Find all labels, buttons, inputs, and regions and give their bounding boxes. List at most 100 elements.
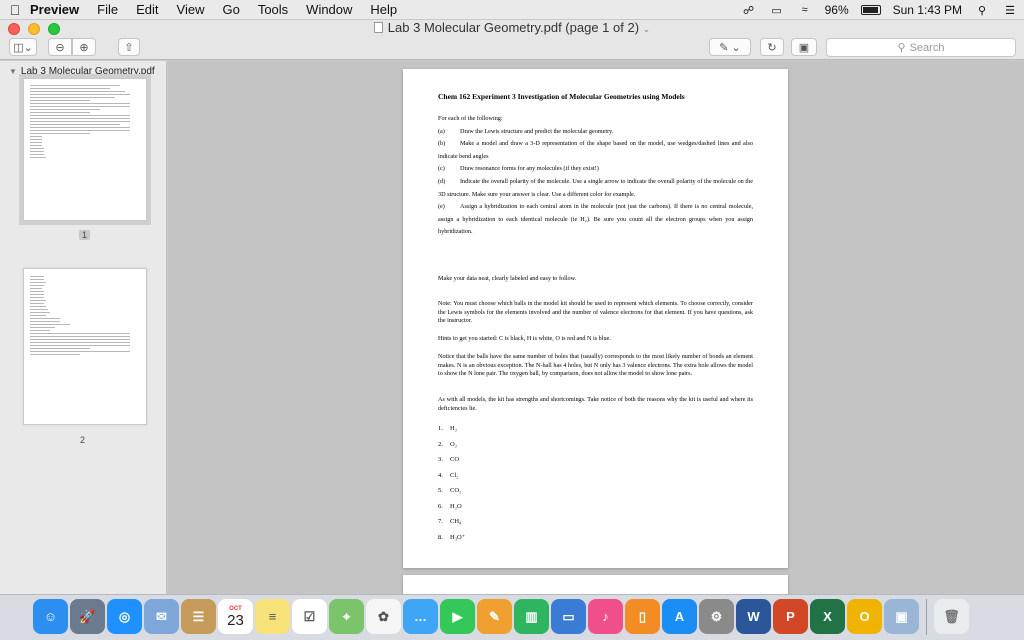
notes-icon[interactable]: ≡ <box>255 599 290 634</box>
wifi-icon[interactable]: ≈ <box>797 4 813 16</box>
pdf-page-1: Chem 162 Experiment 3 Investigation of M… <box>403 69 788 568</box>
window-title-text[interactable]: Lab 3 Molecular Geometry.pdf (page 1 of … <box>388 20 639 35</box>
calendar-icon[interactable]: OCT 23 <box>218 599 253 634</box>
document-view[interactable]: Chem 162 Experiment 3 Investigation of M… <box>168 61 1024 594</box>
search-icon: ⚲ <box>897 42 906 54</box>
task-b: (b) Make a model and draw a 3-D represent… <box>438 138 753 163</box>
menu-tools[interactable]: Tools <box>258 2 288 17</box>
app-store-icon[interactable]: A <box>662 599 697 634</box>
page-number-1[interactable]: 1 <box>79 230 91 240</box>
task-label: (b) <box>438 140 446 148</box>
finder-icon[interactable]: ☺ <box>33 599 68 634</box>
share-button[interactable]: ⇧ <box>118 38 140 56</box>
sidebar-document-header[interactable]: ▼ Lab 3 Molecular Geometry.pdf <box>0 61 166 79</box>
ibooks-icon[interactable]: ▯ <box>625 599 660 634</box>
messages-icon[interactable]: … <box>403 599 438 634</box>
powerpoint-icon[interactable]: P <box>773 599 808 634</box>
launchpad-icon[interactable]: 🚀 <box>70 599 105 634</box>
task-a: (a) Draw the Lewis structure and predict … <box>438 126 753 139</box>
sidebar-view-button[interactable]: ◫⌄ <box>9 38 37 56</box>
task-text: Assign a hybridization to each central a… <box>438 203 753 236</box>
menu-view[interactable]: View <box>177 2 205 17</box>
search-placeholder: Search <box>909 41 945 54</box>
window-titlebar: Lab 3 Molecular Geometry.pdf (page 1 of … <box>0 20 1024 36</box>
task-label: (e) <box>438 203 445 211</box>
numbers-icon[interactable]: ▥ <box>514 599 549 634</box>
menu-bar:  Preview File Edit View Go Tools Window… <box>0 0 1024 20</box>
instructions: For each of the following: (a) Draw the L… <box>438 113 753 239</box>
battery-icon[interactable] <box>860 5 881 15</box>
keynote-icon[interactable]: ▭ <box>551 599 586 634</box>
molecule-list: 1. H₂ 2. O₂ 3. CO 4. Cl₂ 5. CO₂ 6. H₂O 7. CH₄ 8… <box>438 421 465 545</box>
markup-toolbox-button[interactable]: ▣ <box>791 38 817 56</box>
photos-icon[interactable]: ✿ <box>366 599 401 634</box>
preview-icon[interactable]: ▣ <box>884 599 919 634</box>
trash-icon[interactable]: 🗑 <box>934 599 969 634</box>
document-title: Chem 162 Experiment 3 Investigation of M… <box>438 92 685 101</box>
rotate-button[interactable]: ↻ <box>760 38 784 56</box>
toolbar: ◫⌄ ⊖ ⊕ ⇧ ✎ ⌄ ↻ ▣ ⚲ Search <box>0 36 1024 60</box>
task-c: (c) Draw resonance forms for any molecule… <box>438 163 753 176</box>
search-input[interactable]: ⚲ Search <box>826 38 1016 57</box>
zoom-in-icon: ⊕ <box>79 41 89 54</box>
menu-go[interactable]: Go <box>222 2 239 17</box>
task-e: (e) Assign a hybridization to each centra… <box>438 201 753 239</box>
facetime-icon[interactable]: ▶ <box>440 599 475 634</box>
list-item: 5. CO₂ <box>438 487 462 494</box>
outlook-icon[interactable]: O <box>847 599 882 634</box>
reminders-icon[interactable]: ☑ <box>292 599 327 634</box>
disclosure-triangle-icon[interactable]: ▼ <box>9 67 17 76</box>
list-item: 8. H₃O⁺ <box>438 533 466 541</box>
task-label: (a) <box>438 127 445 135</box>
dock-separator <box>926 599 927 635</box>
pen-icon: ✎ ⌄ <box>719 41 741 54</box>
pdf-page-2 <box>403 575 788 594</box>
notification-center-icon[interactable]: ☰ <box>1002 4 1018 17</box>
menu-app-name[interactable]: Preview <box>30 2 79 17</box>
contacts-icon[interactable]: ☰ <box>181 599 216 634</box>
task-text: Make a model and draw a 3-D representati… <box>438 140 753 160</box>
safari-icon[interactable]: ◎ <box>107 599 142 634</box>
markup-pen-button[interactable]: ✎ ⌄ <box>709 38 751 56</box>
menu-edit[interactable]: Edit <box>136 2 158 17</box>
list-item: 2. O₂ <box>438 440 457 448</box>
instructions-intro: For each of the following: <box>438 115 503 122</box>
notice-paragraph: Notice that the balls have the same numb… <box>438 353 753 378</box>
zoom-in-button[interactable]: ⊕ <box>72 38 96 56</box>
hints-paragraph: Hints to get you started: C is black, H … <box>438 335 611 342</box>
toolbox-icon: ▣ <box>798 41 810 54</box>
task-label: (d) <box>438 177 446 185</box>
dock-items: ☺ 🚀 ◎ ✉ ☰ OCT 23 ≡ ☑ ⌖ ✿… ▶ ✎ ▥ ▭ ♪ ▯ A ⚙ W P X O ▣ 🗑 <box>33 599 969 635</box>
task-text: Draw the Lewis structure and predict the… <box>460 127 614 135</box>
menu-help[interactable]: Help <box>370 2 397 17</box>
chevron-down-icon[interactable]: ⌄ <box>643 24 651 34</box>
menu-file[interactable]: File <box>97 2 118 17</box>
itunes-icon[interactable]: ♪ <box>588 599 623 634</box>
task-text: Draw resonance forms for any molecules (… <box>460 165 599 173</box>
maps-icon[interactable]: ⌖ <box>329 599 364 634</box>
task-text: Indicate the overall polarity of the mol… <box>438 177 753 198</box>
clock[interactable]: Sun 1:43 PM <box>893 3 962 17</box>
airplay-icon[interactable]: ▭ <box>769 4 785 17</box>
zoom-out-icon: ⊖ <box>55 41 65 54</box>
zoom-out-button[interactable]: ⊖ <box>48 38 72 56</box>
list-item: 7. CH₄ <box>438 518 462 525</box>
skype-icon[interactable]: ☍ <box>741 4 757 17</box>
spotlight-icon[interactable]: ⚲ <box>974 4 990 17</box>
excel-icon[interactable]: X <box>810 599 845 634</box>
thumbnail-sidebar: ▼ Lab 3 Molecular Geometry.pdf 1 2 <box>0 61 167 594</box>
models-paragraph: As with all models, the kit has strength… <box>438 396 753 412</box>
battery-percent[interactable]: 96% <box>825 3 849 17</box>
page-thumbnail-2[interactable] <box>23 268 147 425</box>
pages-icon[interactable]: ✎ <box>477 599 512 634</box>
system-preferences-icon[interactable]: ⚙ <box>699 599 734 634</box>
word-icon[interactable]: W <box>736 599 771 634</box>
task-label: (c) <box>438 165 445 173</box>
list-item: 4. Cl₂ <box>438 471 459 479</box>
apple-menu-icon[interactable]:  <box>0 2 30 18</box>
page-thumbnail-1[interactable] <box>19 74 151 225</box>
mail-icon[interactable]: ✉ <box>144 599 179 634</box>
list-item: 6. H₂O <box>438 502 462 510</box>
page-number-2[interactable]: 2 <box>80 435 85 445</box>
menu-window[interactable]: Window <box>306 2 352 17</box>
